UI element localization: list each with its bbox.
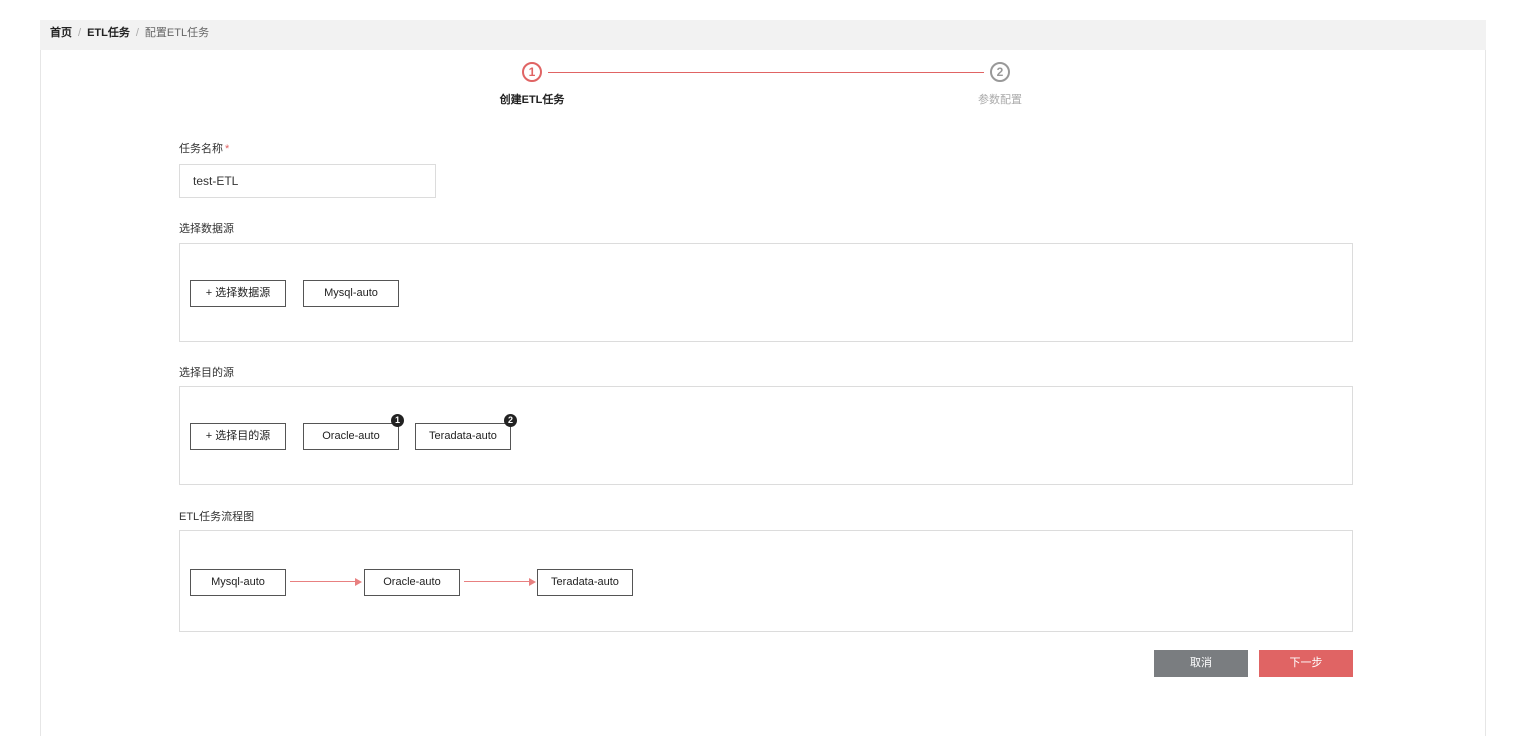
cancel-button[interactable]: 取消 [1154,650,1248,677]
next-step-button[interactable]: 下一步 [1259,650,1353,677]
task-name-label-text: 任务名称 [179,143,223,155]
breadcrumb-etl-tasks[interactable]: ETL任务 [87,25,130,41]
target-item-teradata[interactable]: Teradata-auto [415,423,511,450]
flow-node-teradata[interactable]: Teradata-auto [537,569,633,596]
add-target-button[interactable]: + 选择目的源 [190,423,286,450]
flow-label: ETL任务流程图 [179,511,255,523]
target-order-badge: 1 [391,414,404,427]
add-source-button[interactable]: + 选择数据源 [190,280,286,307]
breadcrumb-current: 配置ETL任务 [144,27,210,39]
step-2-circle: 2 [990,62,1010,82]
task-name-label: 任务名称 * [179,142,229,156]
source-item[interactable]: Mysql-auto [303,280,399,307]
breadcrumb-home[interactable]: 首页 [50,25,72,41]
step-connector [548,72,984,73]
breadcrumb-bar [40,20,1486,50]
task-name-input[interactable] [179,164,436,198]
flow-arrow [290,577,362,587]
target-item-oracle[interactable]: Oracle-auto [303,423,399,450]
flow-panel: Mysql-auto Oracle-auto Teradata-auto [179,530,1353,632]
flow-node-mysql[interactable]: Mysql-auto [190,569,286,596]
source-panel: + 选择数据源 Mysql-auto [179,243,1353,342]
target-order-badge: 2 [504,414,517,427]
source-label: 选择数据源 [179,223,234,235]
breadcrumb: 首页 / ETL任务 / 配置ETL任务 [50,25,209,41]
breadcrumb-separator: / [78,27,82,39]
target-label: 选择目的源 [179,367,234,379]
step-indicator: 1 2 创建ETL任务 参数配置 [0,62,1522,112]
breadcrumb-separator: / [135,27,139,39]
step-2-label: 参数配置 [978,94,1022,106]
flow-arrow [464,577,536,587]
flow-node-oracle[interactable]: Oracle-auto [364,569,460,596]
step-1-circle: 1 [522,62,542,82]
step-1-label: 创建ETL任务 [499,94,565,106]
required-mark: * [225,143,230,155]
target-panel: + 选择目的源 Oracle-auto 1 Teradata-auto 2 [179,386,1353,485]
